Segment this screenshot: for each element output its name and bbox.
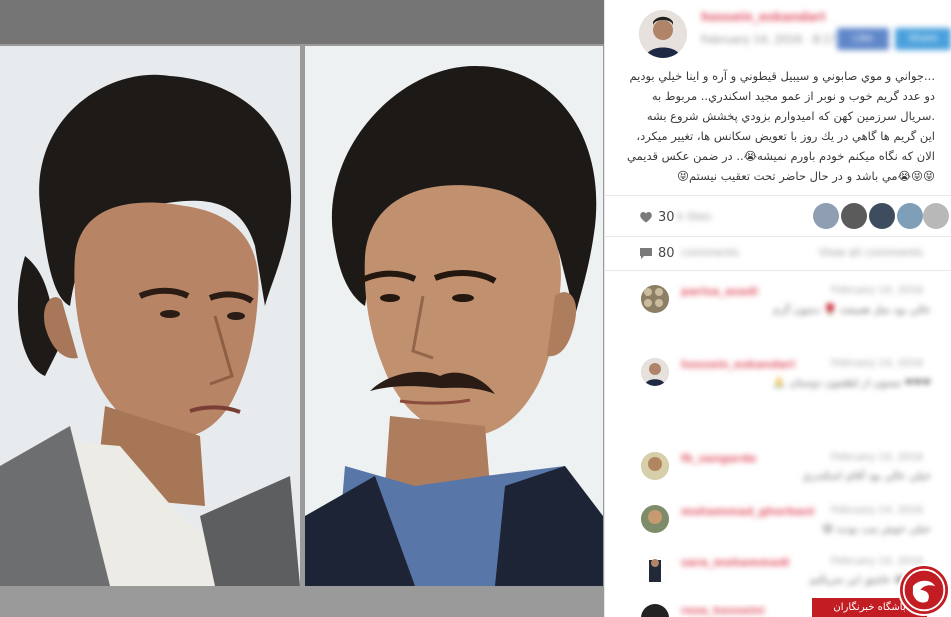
commenter-username[interactable]: fk_sangarde (681, 452, 756, 465)
caption-line: دو عدد گريم خوب و نوبر از عمو مجيد اسكند… (651, 89, 935, 103)
post-sidebar: hossein_eskandari February 14, 2016 · 8:… (604, 0, 951, 617)
liker-avatar[interactable] (813, 203, 839, 229)
commenter-username[interactable]: reza_hosseini (681, 604, 765, 617)
commenter-avatar-image (641, 452, 669, 480)
watermark: باشگاه خبرنگاران (812, 560, 951, 617)
watermark-logo-icon (902, 568, 946, 612)
caption-line: اين گريم ها گاهي در يك روز با تعويض سكان… (636, 129, 935, 143)
likes-row[interactable]: 30 (639, 207, 675, 227)
portrait-left-image (0, 46, 300, 586)
portrait-right-image (305, 46, 603, 586)
caption-line: الان كه نگاه ميكنم خودم باورم نميشه😭.. د… (627, 149, 935, 163)
commenter-avatar-image (641, 285, 669, 313)
comment-time: February 14, 2016 (831, 505, 924, 516)
watermark-logo (898, 564, 950, 616)
commenter-avatar[interactable] (641, 604, 669, 617)
commenter-avatar[interactable] (641, 505, 669, 533)
commenter-username[interactable]: mohammad_ghorbani (681, 505, 815, 518)
likes-count: 30 (658, 209, 675, 225)
comment-time: February 14, 2016 (831, 452, 924, 463)
divider (605, 195, 951, 196)
author-avatar-image (639, 10, 687, 58)
comment-text: عالي بود مثل هميشه 🌹 دمتون گرم (773, 304, 931, 316)
post-header: hossein_eskandari February 14, 2016 · 8:… (605, 0, 951, 60)
instagram-post-view: hossein_eskandari February 14, 2016 · 8:… (0, 0, 951, 617)
post-date: February 14, 2016 · 8:17 (701, 33, 838, 46)
commenter-username[interactable]: sara_mohammadi (681, 556, 790, 569)
view-all-comments-link[interactable]: View all comments (819, 246, 923, 259)
divider (605, 236, 951, 237)
comment-time: February 14, 2016 (831, 358, 924, 369)
commenter-avatar[interactable] (641, 358, 669, 386)
comment-icon (640, 248, 652, 259)
photo-right-portrait[interactable] (305, 46, 603, 586)
author-avatar[interactable] (639, 10, 687, 58)
heart-icon (640, 211, 652, 223)
commenter-avatar-image (641, 556, 669, 584)
caption-line: ...جواني و موي صابوني و سيبيل قيطوني و آ… (629, 69, 936, 83)
commenter-avatar-image (641, 505, 669, 533)
comment-item: parisa_asadi February 14, 2016 عالي بود … (641, 285, 941, 335)
liker-avatar[interactable] (841, 203, 867, 229)
like-button[interactable]: Like (837, 28, 889, 50)
photo-left-portrait[interactable] (0, 46, 300, 586)
commenter-username[interactable]: parisa_asadi (681, 285, 758, 298)
comments-row[interactable]: 80 (639, 243, 675, 263)
comment-item: fk_sangarde February 14, 2016 خيلي عالي … (641, 452, 941, 502)
likes-suffix: k likes (677, 210, 712, 223)
comment-text: خيلي عالي بود آقاي اسكندري (802, 470, 931, 482)
author-username[interactable]: hossein_eskandari (701, 10, 826, 24)
comment-item: mohammad_ghorbani February 14, 2016 خيلي… (641, 505, 941, 555)
comments-count: 80 (658, 245, 675, 261)
comment-item: hossein_eskandari February 14, 2016 ❤❤❤ … (641, 358, 941, 408)
caption-line: 😝😝😭مي باشد و در حال حاضر تحت تعقيب نيستم… (677, 169, 935, 183)
commenter-avatar[interactable] (641, 285, 669, 313)
comments-suffix: comments (681, 246, 739, 259)
liker-avatar[interactable] (897, 203, 923, 229)
comment-text: ❤❤❤ ممنون از لطفتون دوستان 🙏 (772, 377, 931, 389)
commenter-avatar[interactable] (641, 452, 669, 480)
commenter-avatar[interactable] (641, 556, 669, 584)
caption-line: .سريال سرزمين كهن كه اميدوارم بزودي پخشش… (646, 109, 935, 123)
commenter-avatar-image (641, 358, 669, 386)
post-photo-area (0, 0, 604, 617)
liker-avatar[interactable] (923, 203, 949, 229)
commenter-username[interactable]: hossein_eskandari (681, 358, 795, 371)
liker-avatar[interactable] (869, 203, 895, 229)
comment-time: February 14, 2016 (831, 285, 924, 296)
share-button[interactable]: Share (895, 28, 951, 50)
photo-top-band (0, 0, 604, 44)
post-caption: ...جواني و موي صابوني و سيبيل قيطوني و آ… (627, 66, 936, 186)
divider (605, 270, 951, 271)
comment-text: خيلي خوش تيپ بوديد 😄 (822, 523, 931, 535)
